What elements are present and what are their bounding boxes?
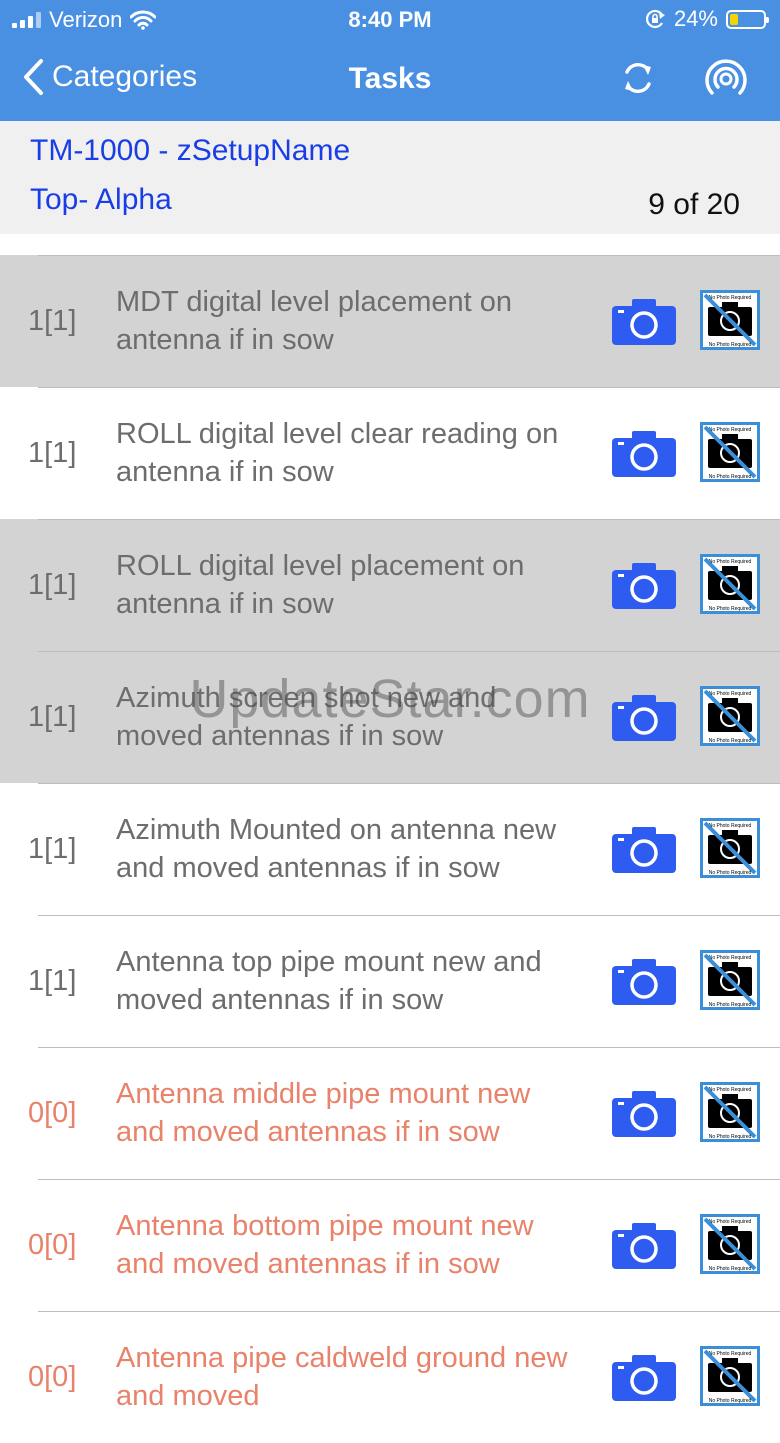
svg-text:No Photo Required: No Photo Required	[709, 1351, 752, 1357]
camera-icon[interactable]	[612, 1221, 676, 1269]
task-row[interactable]: 1[1] ROLL digital level placement on ante…	[0, 519, 780, 651]
task-label: Antenna pipe caldweld ground new and mov…	[116, 1342, 568, 1412]
svg-text:No Photo Required: No Photo Required	[709, 427, 752, 433]
camera-icon[interactable]	[612, 825, 676, 873]
no-photo-required-icon[interactable]: No Photo Required No Photo Required	[700, 422, 760, 482]
task-photo-count: 1[1]	[28, 964, 77, 997]
camera-icon[interactable]	[612, 561, 676, 609]
no-photo-required-icon[interactable]: No Photo Required No Photo Required	[700, 1082, 760, 1142]
svg-text:No Photo Required: No Photo Required	[709, 1134, 752, 1140]
task-photo-count: 0[0]	[28, 1096, 77, 1129]
task-row[interactable]: 1[1] Azimuth Mounted on antenna new and m…	[0, 783, 780, 915]
svg-text:No Photo Required: No Photo Required	[709, 559, 752, 565]
chevron-left-icon	[24, 59, 43, 95]
svg-text:No Photo Required: No Photo Required	[709, 738, 752, 744]
svg-text:No Photo Required: No Photo Required	[709, 342, 752, 348]
no-photo-required-icon[interactable]: No Photo Required No Photo Required	[700, 950, 760, 1010]
task-label: Azimuth screen shot new and moved antenn…	[116, 682, 497, 752]
top-bar: Verizon 8:40 PM 24% Categories Tasks	[0, 0, 780, 121]
orientation-lock-icon	[645, 9, 665, 29]
task-header: TM-1000 - zSetupName Top- Alpha 9 of 20	[0, 121, 780, 234]
battery-percent: 24%	[673, 6, 718, 31]
svg-text:No Photo Required: No Photo Required	[709, 955, 752, 961]
task-row[interactable]: 0[0] Antenna bottom pipe mount new and mo…	[0, 1179, 780, 1311]
no-photo-required-icon[interactable]: No Photo Required No Photo Required	[700, 686, 760, 746]
site-name: TM-1000 - zSetupName	[30, 134, 351, 167]
task-photo-count: 0[0]	[28, 1228, 77, 1261]
navigation-bar: Categories Tasks	[0, 40, 780, 121]
task-list: 1[1] MDT digital level placement on anten…	[0, 255, 780, 1443]
task-row[interactable]: 1[1] MDT digital level placement on anten…	[0, 255, 780, 387]
battery-fill	[730, 13, 738, 25]
no-photo-required-icon[interactable]: No Photo Required No Photo Required	[700, 1346, 760, 1406]
no-photo-required-icon[interactable]: No Photo Required No Photo Required	[700, 554, 760, 614]
no-photo-required-icon[interactable]: No Photo Required No Photo Required	[700, 818, 760, 878]
camera-icon[interactable]	[612, 429, 676, 477]
camera-icon[interactable]	[612, 693, 676, 741]
task-label: Antenna top pipe mount new and moved ant…	[116, 946, 542, 1016]
svg-text:No Photo Required: No Photo Required	[709, 606, 752, 612]
svg-text:No Photo Required: No Photo Required	[709, 1219, 752, 1225]
task-photo-count: 1[1]	[28, 568, 77, 601]
task-row[interactable]: 1[1] ROLL digital level clear reading on …	[0, 387, 780, 519]
svg-text:No Photo Required: No Photo Required	[709, 295, 752, 301]
section-name: Top- Alpha	[30, 183, 172, 216]
task-row[interactable]: 0[0] Antenna pipe caldweld ground new and…	[0, 1311, 780, 1443]
task-label: Azimuth Mounted on antenna new and moved…	[116, 814, 557, 884]
svg-text:No Photo Required: No Photo Required	[709, 691, 752, 697]
svg-text:No Photo Required: No Photo Required	[709, 823, 752, 829]
status-right: 24%	[644, 6, 769, 32]
no-photo-required-icon[interactable]: No Photo Required No Photo Required	[700, 290, 760, 350]
position-indicator: 9 of 20	[648, 188, 740, 221]
sync-icon[interactable]	[618, 58, 658, 98]
task-row[interactable]: 1[1] Antenna top pipe mount new and moved…	[0, 915, 780, 1047]
task-label: Antenna middle pipe mount new and moved …	[116, 1078, 531, 1148]
task-photo-count: 1[1]	[28, 436, 77, 469]
task-row[interactable]: 0[0] Antenna middle pipe mount new and mo…	[0, 1047, 780, 1179]
task-label: ROLL digital level placement on antenna …	[116, 550, 525, 620]
task-label: Antenna bottom pipe mount new and moved …	[116, 1210, 534, 1280]
task-label: ROLL digital level clear reading on ante…	[116, 418, 559, 488]
back-button[interactable]: Categories	[22, 58, 197, 96]
svg-text:No Photo Required: No Photo Required	[709, 1087, 752, 1093]
camera-icon[interactable]	[612, 1353, 676, 1401]
camera-icon[interactable]	[612, 957, 676, 1005]
broadcast-icon[interactable]	[704, 58, 748, 98]
no-photo-required-icon[interactable]: No Photo Required No Photo Required	[700, 1214, 760, 1274]
svg-text:No Photo Required: No Photo Required	[709, 870, 752, 876]
svg-text:No Photo Required: No Photo Required	[709, 1398, 752, 1404]
back-button-label: Categories	[52, 60, 198, 93]
svg-text:No Photo Required: No Photo Required	[709, 474, 752, 480]
task-photo-count: 1[1]	[28, 700, 77, 733]
task-row[interactable]: 1[1] Azimuth screen shot new and moved an…	[0, 651, 780, 783]
task-photo-count: 0[0]	[28, 1360, 77, 1393]
task-photo-count: 1[1]	[28, 832, 77, 865]
camera-icon[interactable]	[612, 297, 676, 345]
battery-icon	[726, 9, 769, 29]
task-label: MDT digital level placement on antenna i…	[116, 286, 512, 356]
status-bar: Verizon 8:40 PM 24%	[0, 0, 780, 40]
svg-text:No Photo Required: No Photo Required	[709, 1002, 752, 1008]
task-photo-count: 1[1]	[28, 304, 77, 337]
camera-icon[interactable]	[612, 1089, 676, 1137]
svg-text:No Photo Required: No Photo Required	[709, 1266, 752, 1272]
